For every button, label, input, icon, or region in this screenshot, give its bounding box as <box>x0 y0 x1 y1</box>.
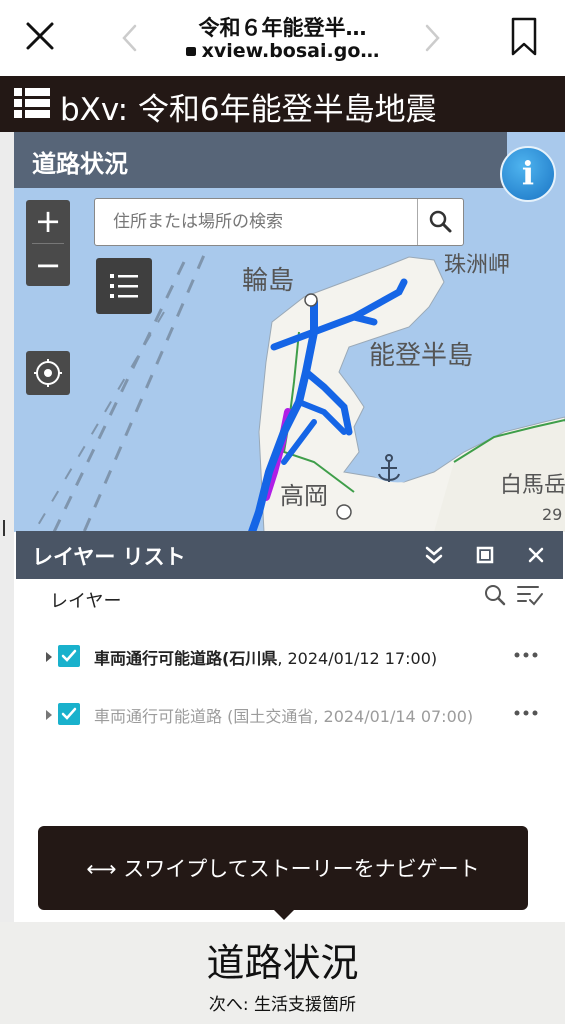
map-label-wajima: 輪島 <box>242 266 294 296</box>
search-input[interactable] <box>95 199 415 245</box>
layer-list-header: レイヤー リスト <box>16 531 563 579</box>
map-label-suzu: 珠洲岬 <box>444 253 510 278</box>
locate-icon <box>34 359 62 387</box>
more-dots-icon[interactable] <box>512 703 540 723</box>
search-icon[interactable] <box>482 582 508 608</box>
legend-button[interactable] <box>96 258 152 314</box>
maximize-icon[interactable] <box>471 541 499 569</box>
swipe-hint-text: ⟷ スワイプしてストーリーをナビゲート <box>86 857 480 881</box>
caret-right-icon[interactable] <box>45 651 53 663</box>
zoom-control: + − <box>26 200 70 286</box>
layer-row[interactable]: 車両通行可能道路 (国土交通省, 2024/01/14 07:00) <box>16 695 565 739</box>
map-label-takaoka: 高岡 <box>280 482 328 510</box>
map-label-noto: 能登半島 <box>369 341 473 371</box>
story-next-link[interactable]: 次へ: 生活支援箇所 <box>0 990 565 1015</box>
map-view[interactable]: 輪島 珠洲岬 能登半島 高岡 白馬岳 29 <box>14 132 565 532</box>
section-title: 道路状況 <box>32 150 128 178</box>
layer-title: 車両通行可能道路 (国土交通省 <box>94 707 314 726</box>
map-canvas[interactable]: 輪島 珠洲岬 能登半島 高岡 白馬岳 29 <box>14 132 565 532</box>
search-icon <box>429 210 452 233</box>
lock-icon <box>185 47 196 56</box>
map-label-elevation: 29 <box>542 505 562 524</box>
chevron-left-icon[interactable] <box>118 22 142 54</box>
double-chevron-down-icon[interactable] <box>420 541 448 569</box>
layer-title: 車両通行可能道路(石川県 <box>94 649 278 668</box>
tooltip-tail <box>274 910 294 920</box>
layer-name: 車両通行可能道路(石川県, 2024/01/12 17:00) <box>94 645 437 669</box>
map-search <box>94 198 464 246</box>
filter-icon[interactable] <box>516 582 544 608</box>
chevron-right-icon[interactable] <box>420 22 444 54</box>
app-title: bXv: 令和6年能登半島地震 <box>60 92 437 128</box>
browser-url[interactable]: xview.bosai.go… <box>140 40 425 62</box>
layer-checkbox[interactable] <box>58 645 80 667</box>
info-button[interactable]: i <box>500 146 556 202</box>
browser-page-title: 令和６年能登半… <box>198 16 367 40</box>
layer-name: 車両通行可能道路 (国土交通省, 2024/01/14 07:00) <box>94 703 473 727</box>
url-text: xview.bosai.go… <box>201 40 380 62</box>
layer-checkbox[interactable] <box>58 703 80 725</box>
caret-right-icon[interactable] <box>45 709 53 721</box>
more-dots-icon[interactable] <box>512 645 540 665</box>
close-icon[interactable] <box>522 541 550 569</box>
section-banner: 道路状況 <box>14 132 507 188</box>
layer-row[interactable]: 車両通行可能道路(石川県, 2024/01/12 17:00) <box>16 637 565 681</box>
layer-meta: , 2024/01/12 17:00) <box>277 649 438 668</box>
checkmark-icon <box>61 649 77 662</box>
story-title: 道路状況 <box>206 941 359 985</box>
search-button[interactable] <box>417 199 464 245</box>
checkmark-icon <box>61 707 77 720</box>
app-header: bXv: 令和6年能登半島地震 <box>0 76 565 132</box>
left-edge <box>0 132 14 922</box>
info-icon: i <box>521 154 535 192</box>
layer-list-title: レイヤー リスト <box>32 545 186 569</box>
browser-toolbar: 令和６年能登半… xview.bosai.go… <box>0 0 565 76</box>
grid-menu-icon[interactable] <box>14 86 50 120</box>
map-label-shirouma: 白馬岳 <box>500 473 565 498</box>
layers-label: レイヤー <box>50 591 122 612</box>
zoom-out-button[interactable]: − <box>26 244 70 286</box>
layer-meta: , 2024/01/14 07:00) <box>313 707 474 726</box>
swipe-hint-tooltip: ⟷ スワイプしてストーリーをナビゲート <box>38 826 528 920</box>
zoom-in-button[interactable]: + <box>26 200 70 242</box>
story-navigation[interactable]: 道路状況 次へ: 生活支援箇所 <box>0 922 565 1024</box>
bookmark-icon[interactable] <box>507 16 541 58</box>
list-icon <box>110 274 138 298</box>
locate-button[interactable] <box>26 351 70 395</box>
edge-marker <box>3 520 5 536</box>
close-icon[interactable] <box>22 18 58 54</box>
